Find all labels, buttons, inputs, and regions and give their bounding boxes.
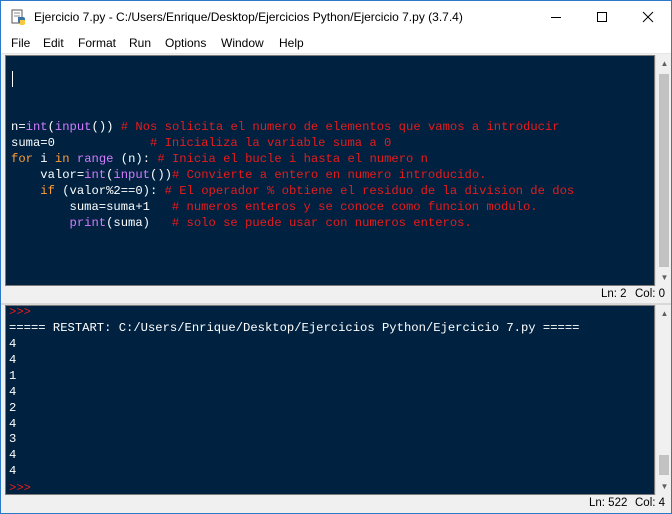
- text-cursor: [12, 71, 13, 87]
- output-line: 4: [9, 384, 17, 399]
- code-line: if (valor%2==0): # El operador % obtiene…: [11, 183, 574, 199]
- editor-line-status: Ln: 2: [601, 288, 627, 300]
- title-bar[interactable]: Ejercicio 7.py - C:/Users/Enrique/Deskto…: [1, 1, 671, 33]
- python-idle-icon: [10, 9, 26, 25]
- code-token: (suma): [106, 216, 172, 230]
- scroll-up-icon[interactable]: ▲: [656, 55, 671, 72]
- menu-bar: File Edit Format Run Options Window Help: [1, 33, 671, 54]
- code-token: # Inicializa la variable suma a 0: [149, 136, 392, 150]
- code-token: range: [76, 152, 114, 166]
- output-line: 4: [9, 448, 17, 463]
- code-token: # Nos solicita el numero de elementos qu…: [120, 120, 560, 134]
- scroll-down-icon[interactable]: ▼: [656, 478, 671, 495]
- shell-prompt: >>>: [9, 305, 31, 319]
- code-token: input: [54, 120, 92, 134]
- code-token: print: [69, 216, 107, 230]
- code-token: valor=: [11, 168, 85, 182]
- code-token: # numeros enteros y se conoce como funci…: [171, 200, 538, 214]
- code-token: (valor%2==0):: [54, 184, 165, 198]
- code-token: in: [54, 152, 70, 166]
- scroll-up-icon[interactable]: ▲: [656, 305, 671, 322]
- code-token: i: [32, 152, 55, 166]
- minimize-button[interactable]: [533, 1, 579, 33]
- code-token: suma=suma+1: [11, 200, 172, 214]
- code-token: (: [47, 120, 55, 134]
- code-token: suma=0: [11, 136, 150, 150]
- code-line: n=int(input()) # Nos solicita el numero …: [11, 119, 560, 135]
- shell-line-status: Ln: 522: [589, 497, 628, 509]
- code-line: for i in range (n): # Inicia el bucle i …: [11, 151, 428, 167]
- restart-banner: ===== RESTART: C:/Users/Enrique/Desktop/…: [9, 321, 580, 335]
- shell-scrollbar[interactable]: ▲ ▼: [655, 305, 671, 495]
- code-token: input: [113, 168, 150, 182]
- output-line: 4: [9, 464, 17, 479]
- window-title: Ejercicio 7.py - C:/Users/Enrique/Deskto…: [34, 10, 463, 24]
- code-line: suma=suma+1 # numeros enteros y se conoc…: [11, 199, 538, 215]
- editor-col-status: Col: 0: [635, 288, 666, 300]
- menu-options[interactable]: Options: [165, 36, 206, 50]
- menu-file[interactable]: File: [11, 36, 30, 50]
- menu-format[interactable]: Format: [78, 36, 116, 50]
- code-line: valor=int(input())# Convierte a entero e…: [11, 167, 486, 183]
- shell-scroll-thumb[interactable]: [659, 455, 669, 475]
- code-token: ()): [150, 168, 172, 182]
- scroll-down-icon[interactable]: ▼: [656, 269, 671, 286]
- menu-edit[interactable]: Edit: [43, 36, 64, 50]
- output-line: 4: [9, 416, 17, 431]
- code-token: for: [11, 152, 33, 166]
- code-line: suma=0 # Inicializa la variable suma a 0: [11, 135, 391, 151]
- code-token: ()): [91, 120, 121, 134]
- menu-window[interactable]: Window: [221, 36, 264, 50]
- code-token: # Inicia el bucle i hasta el numero n: [157, 152, 428, 166]
- shell-prompt-current: >>>: [9, 481, 31, 495]
- code-token: # El operador % obtiene el residuo de la…: [164, 184, 575, 198]
- editor-status-bar: Ln: 2 Col: 0: [1, 286, 671, 304]
- code-token: int: [84, 168, 107, 182]
- menu-help[interactable]: Help: [279, 36, 304, 50]
- code-editor[interactable]: n=int(input()) # Nos solicita el numero …: [5, 55, 655, 286]
- output-line: 3: [9, 432, 17, 447]
- output-line: 4: [9, 337, 17, 351]
- menu-run[interactable]: Run: [129, 36, 151, 50]
- code-token: # solo se puede usar con numeros enteros…: [171, 216, 472, 230]
- editor-scroll-thumb[interactable]: [659, 74, 669, 267]
- maximize-button[interactable]: [579, 1, 625, 33]
- output-line: 2: [9, 400, 17, 415]
- output-line: 4: [9, 352, 17, 367]
- code-line: print(suma) # solo se puede usar con num…: [11, 215, 472, 231]
- maximize-icon: [597, 12, 607, 22]
- idle-window: Ejercicio 7.py - C:/Users/Enrique/Deskto…: [0, 0, 672, 514]
- output-line: 1: [9, 368, 17, 383]
- code-token: n=: [11, 120, 26, 134]
- shell-status-bar: Ln: 522 Col: 4: [1, 495, 671, 513]
- minimize-icon: [551, 17, 561, 18]
- editor-scrollbar[interactable]: ▲ ▼: [655, 55, 671, 286]
- close-button[interactable]: [625, 1, 671, 33]
- shell-col-status: Col: 4: [635, 497, 666, 509]
- code-token: if: [40, 184, 55, 198]
- close-icon: [642, 11, 654, 23]
- code-token: (n):: [113, 152, 158, 166]
- shell-output[interactable]: >>> ===== RESTART: C:/Users/Enrique/Desk…: [5, 305, 655, 495]
- code-token: int: [25, 120, 48, 134]
- code-token: # Convierte a entero en numero introduci…: [171, 168, 487, 182]
